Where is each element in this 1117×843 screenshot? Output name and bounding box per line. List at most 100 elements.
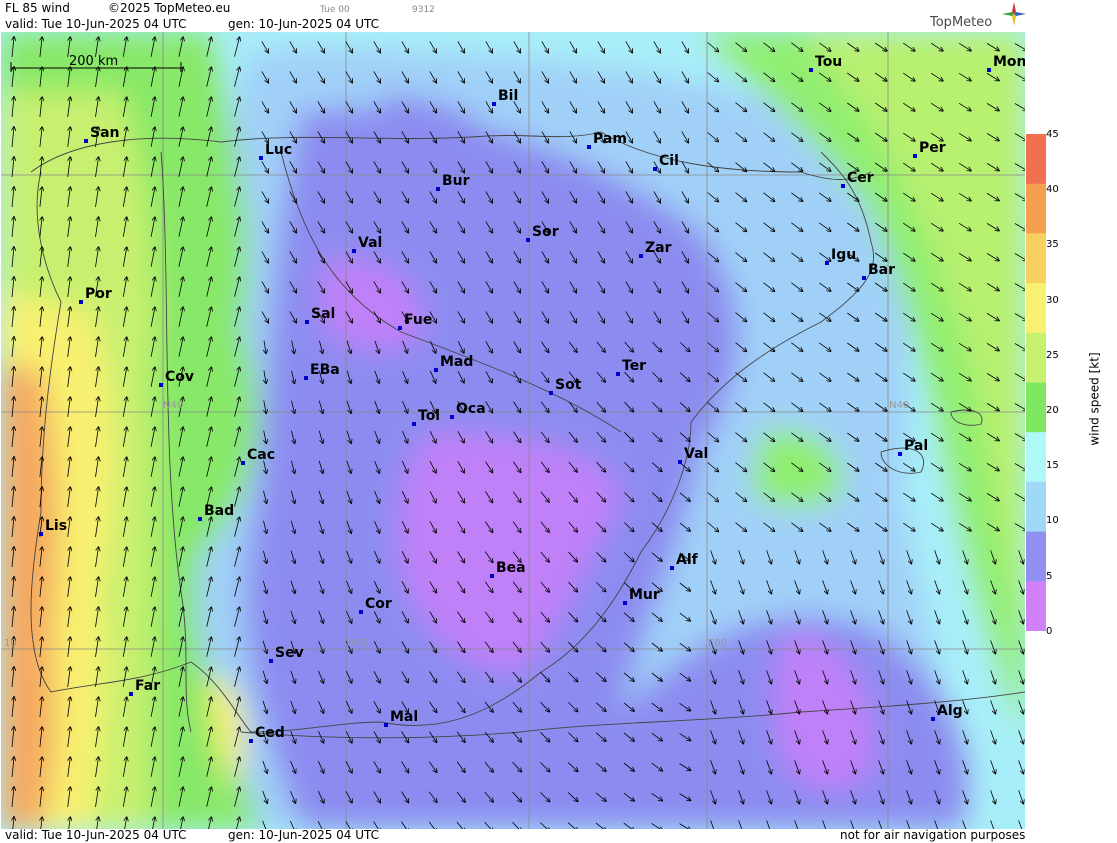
legend-tick-label: 10 <box>1046 515 1059 527</box>
product-title: FL 85 wind <box>5 1 70 15</box>
legend-color-step <box>1026 283 1046 334</box>
city-label: Zar <box>645 240 672 256</box>
city-marker[interactable]: Ced <box>249 725 285 743</box>
city-label: Val <box>684 446 708 462</box>
wind-map[interactable]: N40 N40 W05 E00 10 200 km Bil Tou Mon San Lu… <box>1 32 1025 829</box>
city-marker[interactable]: EBa <box>304 362 340 380</box>
city-label: Fue <box>404 312 432 328</box>
legend-tick-label: 30 <box>1046 294 1059 306</box>
grid-label-n40-right: N40 <box>889 400 909 411</box>
city-label: Sev <box>275 645 304 661</box>
city-marker[interactable]: Bea <box>490 560 526 578</box>
city-label: Bea <box>496 560 526 576</box>
legend-tick-label: 45 <box>1046 129 1059 140</box>
footer-valid-time: valid: Tue 10-Jun-2025 04 UTC <box>5 828 187 842</box>
city-label: Bil <box>498 88 518 104</box>
city-marker[interactable]: San <box>84 125 120 143</box>
city-marker[interactable]: Fue <box>398 312 432 330</box>
city-label: Mon <box>993 54 1025 70</box>
city-label: Far <box>135 678 160 694</box>
city-label: Sor <box>532 224 559 240</box>
city-label: Cor <box>365 596 392 612</box>
city-marker[interactable]: Cac <box>241 447 275 465</box>
legend-title: wind speed [kt] <box>1087 352 1102 446</box>
city-label: Mur <box>629 587 660 603</box>
city-dot <box>809 68 813 72</box>
city-dot <box>412 422 416 426</box>
city-marker[interactable]: Oca <box>450 401 486 419</box>
city-dot <box>352 249 356 253</box>
city-dot <box>241 461 245 465</box>
city-label: Mal <box>390 709 418 725</box>
city-label: Lis <box>45 518 67 534</box>
legend-tick-label: 0 <box>1046 625 1053 637</box>
city-dot <box>987 68 991 72</box>
legend-tick-label: 35 <box>1046 239 1059 251</box>
legend-color-step <box>1026 332 1046 383</box>
city-dot <box>913 154 917 158</box>
city-dot <box>249 739 253 743</box>
city-label: Cov <box>165 369 194 385</box>
city-dot <box>269 659 273 663</box>
legend-color-step <box>1026 233 1046 284</box>
legend-tick-label: 15 <box>1046 460 1059 472</box>
city-label: Ter <box>622 358 646 374</box>
legend-color-step <box>1026 183 1046 234</box>
city-dot <box>39 532 43 536</box>
city-dot <box>841 184 845 188</box>
legend-tick-label: 25 <box>1046 349 1059 361</box>
city-label: Mad <box>440 354 473 370</box>
copyright: ©2025 TopMeteo.eu <box>108 1 231 15</box>
city-label: Por <box>85 286 112 302</box>
scale-bar-label: 200 km <box>69 54 118 69</box>
city-dot <box>384 723 388 727</box>
city-dot <box>898 452 902 456</box>
city-dot <box>639 254 643 258</box>
city-marker[interactable]: Bad <box>198 503 234 521</box>
city-label: Sot <box>555 377 582 393</box>
city-marker[interactable]: Mur <box>623 587 660 605</box>
run-code: 9312 <box>412 5 435 15</box>
legend-color-step <box>1026 531 1046 582</box>
footer-disclaimer: not for air navigation purposes <box>840 828 1026 842</box>
city-dot <box>931 717 935 721</box>
grid-label-w05: W05 <box>346 638 369 649</box>
grid-label-w10: 10 <box>4 638 17 649</box>
city-label: San <box>90 125 120 141</box>
legend-color-step <box>1026 581 1046 631</box>
city-marker[interactable]: Mon <box>987 54 1025 72</box>
city-label: Cil <box>659 153 679 169</box>
legend-color-step <box>1026 134 1046 185</box>
legend-tick-label: 5 <box>1046 570 1053 582</box>
city-label: Igu <box>831 247 856 263</box>
city-marker[interactable]: Cov <box>159 369 194 387</box>
topmeteo-logo[interactable]: TopMeteo <box>930 15 992 30</box>
city-dot <box>359 610 363 614</box>
city-label: Cer <box>847 170 874 186</box>
city-dot <box>84 139 88 143</box>
legend-color-step <box>1026 481 1046 533</box>
city-label: Cac <box>247 447 275 463</box>
legend-color-step <box>1026 432 1046 483</box>
city-label: Ced <box>255 725 285 741</box>
city-dot <box>862 276 866 280</box>
wind-speed-legend <box>1026 134 1046 631</box>
city-dot <box>79 300 83 304</box>
city-marker[interactable]: Mad <box>434 354 473 372</box>
city-label: Alg <box>937 703 963 719</box>
city-label: Oca <box>456 401 486 417</box>
city-marker[interactable]: Pam <box>587 131 627 149</box>
city-dot <box>159 383 163 387</box>
city-dot <box>616 372 620 376</box>
city-label: Per <box>919 140 946 156</box>
city-dot <box>526 238 530 242</box>
generated-time: gen: 10-Jun-2025 04 UTC <box>228 17 380 31</box>
city-label: Pal <box>904 438 928 454</box>
logo-text: TopMeteo <box>930 15 993 30</box>
city-label: Val <box>358 235 382 251</box>
city-dot <box>436 187 440 191</box>
city-label: Alf <box>676 552 699 568</box>
city-marker[interactable]: Bur <box>436 173 470 191</box>
city-marker[interactable]: Sev <box>269 645 304 663</box>
city-marker[interactable]: Mal <box>384 709 418 727</box>
